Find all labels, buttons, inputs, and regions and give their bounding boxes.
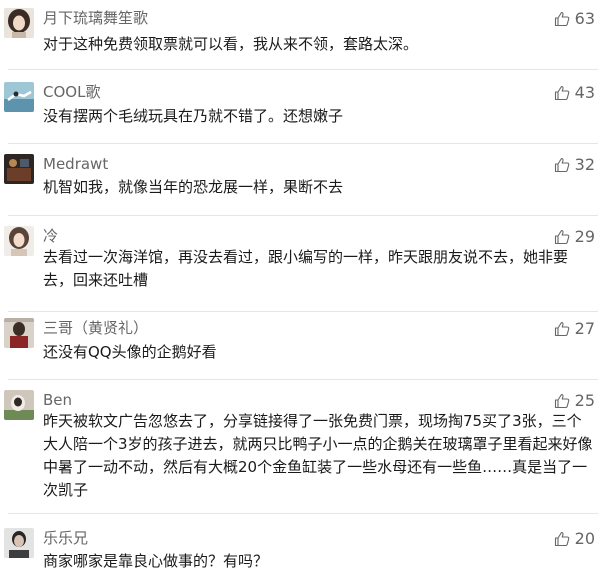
avatar[interactable] (4, 154, 34, 184)
thumbs-up-icon (554, 393, 569, 409)
comment-text: 昨天被软文广告忽悠去了，分享链接得了一张免费门票，现场掏75买了3张，三个大人陪… (43, 412, 593, 499)
comment-text: 去看过一次海洋馆，再没去看过，跟小编写的一样，昨天跟朋友说不去，她非要去，回来还… (43, 248, 569, 289)
like-button[interactable]: 29 (554, 227, 595, 247)
like-count: 20 (574, 529, 595, 548)
like-button[interactable]: 63 (554, 9, 595, 29)
like-count: 32 (574, 155, 595, 174)
avatar-image (4, 318, 34, 348)
avatar[interactable] (4, 528, 34, 558)
avatar-image (4, 8, 34, 38)
comment-username[interactable]: 三哥（黄贤礼） (43, 318, 148, 338)
comment-text: 对于这种免费领取票就可以看，我从来不领，套路太深。 (43, 35, 419, 53)
thumbs-up-icon (554, 531, 569, 547)
avatar-image (4, 154, 34, 184)
avatar[interactable] (4, 82, 34, 112)
like-count: 43 (574, 83, 595, 102)
comment-item: Medrawt 32 机智如我，就像当年的恐龙展一样，果断不去 (0, 154, 606, 216)
comment-username[interactable]: 乐乐兄 (43, 528, 88, 548)
comment-item: Ben 25 昨天被软文广告忽悠去了，分享链接得了一张免费门票，现场掏75买了3… (0, 390, 606, 514)
comment-item: 三哥（黄贤礼） 27 还没有QQ头像的企鹅好看 (0, 318, 606, 380)
comment-username[interactable]: Ben (43, 390, 72, 410)
avatar[interactable] (4, 226, 34, 256)
like-button[interactable]: 27 (554, 319, 595, 339)
comment-username[interactable]: COOL歌 (43, 82, 100, 102)
like-count: 29 (574, 227, 595, 246)
comment-text: 机智如我，就像当年的恐龙展一样，果断不去 (43, 178, 344, 196)
comment-item: COOL歌 43 没有摆两个毛绒玩具在乃就不错了。还想嫩子 (0, 82, 606, 144)
like-button[interactable]: 43 (554, 83, 595, 103)
comment-item: 乐乐兄 20 商家哪家是靠良心做事的？有吗？ (0, 528, 606, 576)
comment-item: 冷 29 去看过一次海洋馆，再没去看过，跟小编写的一样，昨天跟朋友说不去，她非要… (0, 226, 606, 312)
comment-list: 月下琉璃舞笙歌 63 对于这种免费领取票就可以看，我从来不领，套路太深。 COO… (0, 0, 606, 576)
thumbs-up-icon (554, 229, 569, 245)
like-button[interactable]: 32 (554, 155, 595, 175)
avatar-image (4, 82, 34, 112)
like-count: 25 (574, 391, 595, 410)
avatar[interactable] (4, 318, 34, 348)
like-count: 63 (574, 9, 595, 28)
avatar-image (4, 390, 34, 420)
thumbs-up-icon (554, 321, 569, 337)
avatar[interactable] (4, 390, 34, 420)
comment-username[interactable]: 冷 (43, 226, 58, 246)
like-button[interactable]: 20 (554, 529, 595, 549)
like-count: 27 (574, 319, 595, 338)
thumbs-up-icon (554, 157, 569, 173)
avatar-image (4, 226, 34, 256)
comment-username[interactable]: Medrawt (43, 154, 108, 174)
comment-username[interactable]: 月下琉璃舞笙歌 (43, 8, 148, 28)
comment-text: 没有摆两个毛绒玩具在乃就不错了。还想嫩子 (43, 107, 344, 125)
like-button[interactable]: 25 (554, 391, 595, 411)
thumbs-up-icon (554, 85, 569, 101)
avatar-image (4, 528, 34, 558)
avatar[interactable] (4, 8, 34, 38)
comment-text: 还没有QQ头像的企鹅好看 (43, 343, 217, 361)
comment-item: 月下琉璃舞笙歌 63 对于这种免费领取票就可以看，我从来不领，套路太深。 (0, 8, 606, 70)
comment-text: 商家哪家是靠良心做事的？有吗？ (43, 552, 269, 570)
thumbs-up-icon (554, 11, 569, 27)
